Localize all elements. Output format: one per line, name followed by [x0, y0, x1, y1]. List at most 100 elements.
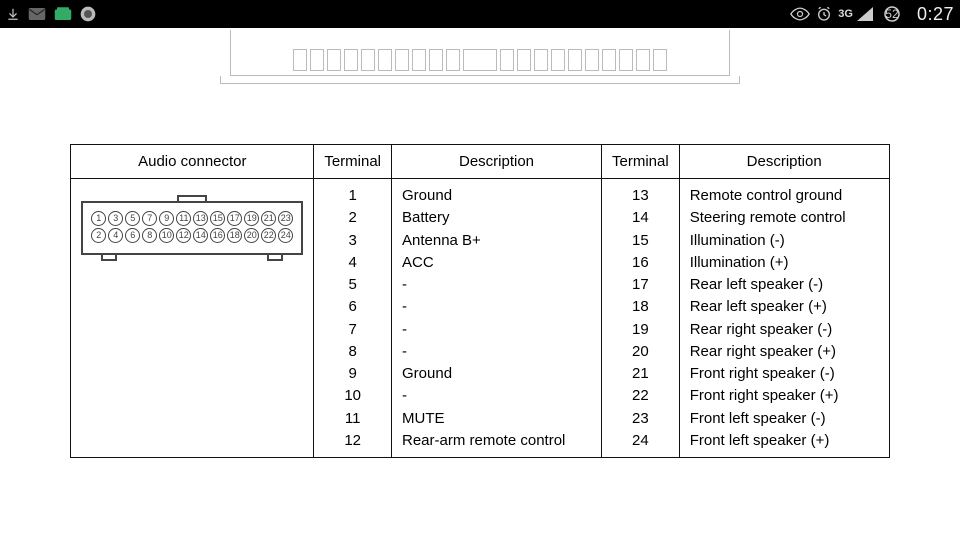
clock-label: 0:27: [917, 4, 954, 25]
header-terminal-a: Terminal: [314, 145, 392, 179]
terminal-number: 23: [612, 410, 669, 427]
battery-percent: 52: [879, 7, 905, 21]
connector-pin: 21: [261, 211, 276, 226]
terminal-description: Front left speaker (-): [690, 410, 879, 427]
connector-pin: 8: [142, 228, 157, 243]
terminal-description: Ground: [402, 365, 591, 382]
connector-diagram-cell: 1357911131517192123 24681012141618202224: [71, 179, 314, 458]
download-icon: [6, 7, 20, 21]
terminal-number: 13: [612, 187, 669, 204]
connector-pin: 5: [125, 211, 140, 226]
terminal-description: Rear right speaker (+): [690, 343, 879, 360]
terminal-number: 24: [612, 432, 669, 449]
terminal-number: 5: [324, 276, 381, 293]
android-status-bar: 3G 52 0:27: [0, 0, 960, 28]
terminal-number: 1: [324, 187, 381, 204]
connector-pin: 12: [176, 228, 191, 243]
terminal-description: Front right speaker (+): [690, 387, 879, 404]
terminal-description: Front left speaker (+): [690, 432, 879, 449]
terminal-number: 11: [324, 410, 381, 427]
connector-pin: 17: [227, 211, 242, 226]
terminal-description: Illumination (-): [690, 232, 879, 249]
header-terminal-b: Terminal: [602, 145, 680, 179]
connector-pin: 10: [159, 228, 174, 243]
terminal-description: Steering remote control: [690, 209, 879, 226]
table-header-row: Audio connector Terminal Description Ter…: [71, 145, 889, 179]
terminal-description: Rear left speaker (-): [690, 276, 879, 293]
terminal-number: 6: [324, 298, 381, 315]
statusbar-left: [6, 6, 96, 22]
connector-pin: 20: [244, 228, 259, 243]
device-slots: [293, 49, 667, 75]
terminal-number: 7: [324, 321, 381, 338]
alarm-icon: [816, 6, 832, 22]
header-audio-connector: Audio connector: [71, 145, 314, 179]
terminal-number: 3: [324, 232, 381, 249]
terminal-description: ACC: [402, 254, 591, 271]
terminal-col-a: 123456789101112: [314, 179, 392, 458]
terminal-number: 19: [612, 321, 669, 338]
terminal-number: 20: [612, 343, 669, 360]
connector-pin: 23: [278, 211, 293, 226]
terminal-number: 22: [612, 387, 669, 404]
terminal-description: -: [402, 298, 591, 315]
terminal-description: Remote control ground: [690, 187, 879, 204]
terminal-number: 4: [324, 254, 381, 271]
connector-pin: 2: [91, 228, 106, 243]
connector-pin: 11: [176, 211, 191, 226]
terminal-number: 14: [612, 209, 669, 226]
connector-pin: 6: [125, 228, 140, 243]
connector-pin: 7: [142, 211, 157, 226]
terminal-description: -: [402, 343, 591, 360]
terminal-number: 21: [612, 365, 669, 382]
connector-pin: 18: [227, 228, 242, 243]
connector-clip-icon: [177, 195, 207, 202]
terminal-description: -: [402, 276, 591, 293]
connector-pin: 9: [159, 211, 174, 226]
terminal-col-b: 13 14 15 16 17 18 19 20 21 22 23 24: [602, 179, 680, 458]
circle-app-icon: [80, 6, 96, 22]
connector-pin: 16: [210, 228, 225, 243]
terminal-description: Illumination (+): [690, 254, 879, 271]
terminal-number: 15: [612, 232, 669, 249]
pinout-table-wrap: Audio connector Terminal Description Ter…: [0, 144, 960, 458]
signal-icon: [857, 7, 873, 21]
connector-pin: 1: [91, 211, 106, 226]
device-outline-area: [0, 28, 960, 108]
terminal-description: Rear-arm remote control: [402, 432, 591, 449]
pinout-table: Audio connector Terminal Description Ter…: [70, 144, 889, 458]
connector-pin: 14: [193, 228, 208, 243]
terminal-description: Ground: [402, 187, 591, 204]
connector-tab-icon: [101, 255, 117, 261]
connector-pin: 4: [108, 228, 123, 243]
network-type-label: 3G: [838, 9, 853, 20]
connector-pin: 13: [193, 211, 208, 226]
terminal-number: 17: [612, 276, 669, 293]
table-body-row: 1357911131517192123 24681012141618202224…: [71, 179, 889, 458]
terminal-number: 12: [324, 432, 381, 449]
terminal-description: Front right speaker (-): [690, 365, 879, 382]
terminal-description: Antenna B+: [402, 232, 591, 249]
head-unit-outline: [230, 30, 730, 76]
header-description-b: Description: [679, 145, 889, 179]
terminal-number: 9: [324, 365, 381, 382]
terminal-description: -: [402, 321, 591, 338]
terminal-description: Rear right speaker (-): [690, 321, 879, 338]
connector-pin: 22: [261, 228, 276, 243]
connector-pin: 19: [244, 211, 259, 226]
mail-icon: [28, 7, 46, 21]
terminal-description: Rear left speaker (+): [690, 298, 879, 315]
connector-pin-row-bottom: 24681012141618202224: [91, 228, 293, 243]
connector-pin-row-top: 1357911131517192123: [91, 211, 293, 226]
description-col-a: GroundBatteryAntenna B+ACC----Ground-MUT…: [392, 179, 602, 458]
terminal-number: 2: [324, 209, 381, 226]
terminal-number: 16: [612, 254, 669, 271]
terminal-description: MUTE: [402, 410, 591, 427]
description-col-b: Remote control ground Steering remote con…: [679, 179, 889, 458]
terminal-number: 10: [324, 387, 381, 404]
connector-diagram: 1357911131517192123 24681012141618202224: [81, 201, 303, 255]
terminal-number: 18: [612, 298, 669, 315]
connector-pin: 3: [108, 211, 123, 226]
eye-icon: [790, 7, 810, 21]
connector-tab-icon: [267, 255, 283, 261]
